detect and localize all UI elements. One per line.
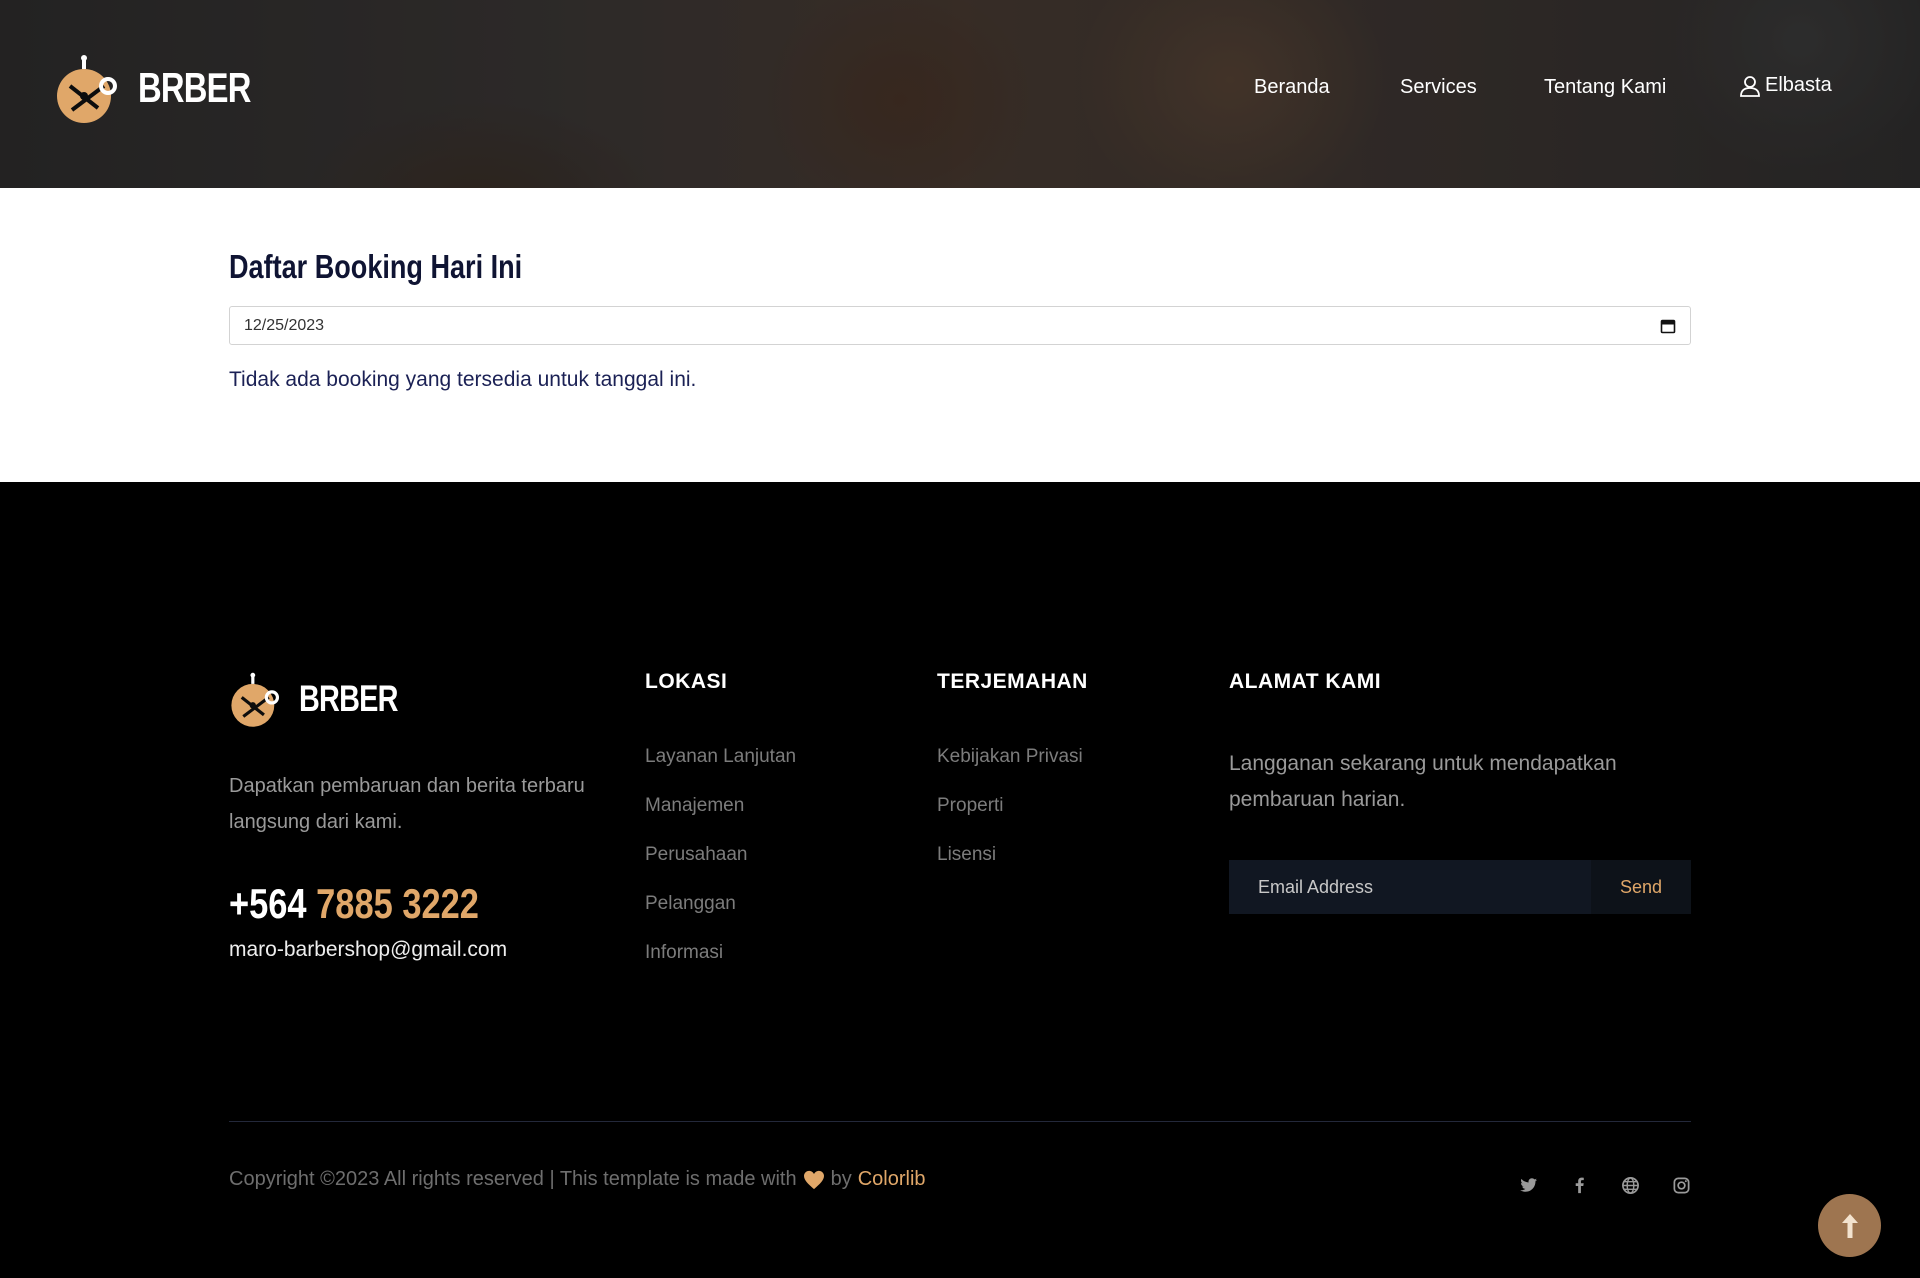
logo-text: BRBER (138, 64, 251, 111)
footer-email[interactable]: maro-barbershop@gmail.com (229, 938, 507, 962)
globe-icon[interactable] (1621, 1176, 1640, 1195)
copyright-by: by (830, 1168, 852, 1190)
nav-beranda[interactable]: Beranda (1254, 76, 1330, 99)
footer-phone: +564 7885 3222 (229, 880, 479, 928)
footer-divider (229, 1121, 1691, 1122)
footer-col-lokasi-title: LOKASI (645, 670, 728, 693)
twitter-icon[interactable] (1519, 1176, 1538, 1195)
newsletter-send-button[interactable]: Send (1591, 860, 1691, 914)
footer-col-alamat-title: ALAMAT KAMI (1229, 670, 1382, 693)
date-value: 12/25/2023 (244, 316, 325, 334)
newsletter-text: Langganan sekarang untuk mendapatkan pem… (1229, 752, 1617, 811)
scroll-to-top-button[interactable] (1818, 1194, 1881, 1257)
instagram-icon[interactable] (1672, 1176, 1691, 1195)
barber-logo-icon (57, 55, 117, 123)
booking-section: Daftar Booking Hari Ini 12/25/2023 Tidak… (0, 188, 1920, 482)
nav-user-account[interactable]: Elbasta (1739, 74, 1832, 97)
empty-booking-message: Tidak ada booking yang tersedia untuk ta… (229, 368, 697, 391)
nav-services[interactable]: Services (1400, 76, 1477, 99)
footer-link[interactable]: Kebijakan Privasi (937, 746, 1083, 795)
social-links (1519, 1176, 1691, 1195)
user-name: Elbasta (1765, 74, 1832, 96)
colorlib-link[interactable]: Colorlib (858, 1168, 926, 1191)
site-header: BRBER Beranda Services Tentang Kami Elba… (0, 0, 1920, 188)
footer-link[interactable]: Lisensi (937, 844, 1083, 893)
footer-link[interactable]: Informasi (645, 942, 796, 991)
footer-link[interactable]: Properti (937, 795, 1083, 844)
arrow-up-icon (1841, 1213, 1858, 1238)
nav-tentang-kami[interactable]: Tentang Kami (1544, 76, 1666, 99)
footer-description: Dapatkan pembaruan dan berita terbaru la… (229, 775, 585, 833)
booking-date-input[interactable]: 12/25/2023 (229, 306, 1691, 345)
site-footer: BRBER Dapatkan pembaruan dan berita terb… (0, 482, 1920, 1278)
newsletter-form: Send (1229, 860, 1691, 914)
heart-icon (803, 1170, 824, 1189)
footer-link[interactable]: Pelanggan (645, 893, 796, 942)
page-title: Daftar Booking Hari Ini (229, 248, 523, 285)
footer-link[interactable]: Manajemen (645, 795, 796, 844)
facebook-icon[interactable] (1570, 1176, 1589, 1195)
footer-logo-text: BRBER (299, 678, 398, 719)
footer-logo[interactable]: BRBER (229, 668, 426, 730)
footer-lokasi-links: Layanan Lanjutan Manajemen Perusahaan Pe… (645, 746, 796, 991)
footer-link[interactable]: Perusahaan (645, 844, 796, 893)
phone-country-code: +564 (229, 880, 307, 927)
barber-logo-icon (231, 672, 280, 727)
newsletter-email-input[interactable] (1229, 860, 1591, 914)
site-logo[interactable]: BRBER (54, 52, 282, 124)
copyright-prefix: Copyright ©2023 All rights reserved | Th… (229, 1168, 797, 1190)
user-icon (1740, 75, 1760, 97)
copyright-text: Copyright ©2023 All rights reserved | Th… (229, 1168, 926, 1191)
phone-number: 7885 3222 (316, 880, 479, 927)
calendar-icon[interactable] (1660, 318, 1676, 334)
footer-col-terjemahan-title: TERJEMAHAN (937, 670, 1088, 693)
footer-link[interactable]: Layanan Lanjutan (645, 746, 796, 795)
footer-terjemahan-links: Kebijakan Privasi Properti Lisensi (937, 746, 1083, 893)
